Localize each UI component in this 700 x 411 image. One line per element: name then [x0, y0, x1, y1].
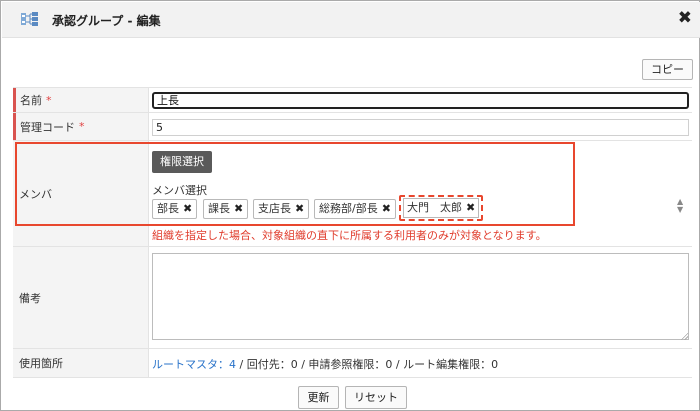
usage-value: ルートマスタ：4 / 回付先：0 / 申請参照権限：0 / ルート編集権限：0 — [152, 356, 498, 372]
resize-grip-icon[interactable] — [680, 332, 688, 340]
members-highlight-box — [15, 142, 575, 226]
name-label: 名前 * — [13, 88, 149, 112]
close-icon[interactable]: ✖ — [678, 8, 692, 28]
remarks-textarea[interactable] — [152, 253, 689, 340]
name-input[interactable]: 上長 — [152, 92, 689, 109]
usage-rest: / 回付先：0 / 申請参照権限：0 / ルート編集権限：0 — [236, 358, 499, 371]
required-mark: * — [46, 93, 52, 107]
usage-row: 使用箇所 ルートマスタ：4 / 回付先：0 / 申請参照権限：0 / ルート編集… — [13, 349, 692, 378]
usage-label-text: 使用箇所 — [19, 357, 63, 370]
dialog-title: 承認グループ - 編集 — [52, 14, 161, 28]
edit-form: 名前 * 上長 管理コード * 5 メンバ 権限選択 メンバ選択 部長 ✖ 課長… — [13, 87, 692, 378]
copy-button[interactable]: コピー — [642, 59, 693, 80]
edit-dialog: 承認グループ - 編集 ✖ コピー 名前 * 上長 管理コード * 5 メンバ — [0, 0, 700, 411]
required-mark: * — [79, 120, 85, 133]
code-label: 管理コード * — [13, 113, 149, 140]
code-row: 管理コード * 5 — [13, 113, 692, 141]
reset-button[interactable]: リセット — [345, 386, 407, 409]
remarks-row: 備考 — [13, 247, 692, 349]
name-label-text: 名前 — [20, 94, 42, 107]
route-master-link[interactable]: ルートマスタ：4 — [152, 358, 236, 371]
name-row: 名前 * 上長 — [13, 88, 692, 113]
code-label-text: 管理コード — [20, 120, 75, 134]
org-chart-icon — [21, 12, 38, 26]
code-input[interactable]: 5 — [152, 119, 689, 136]
remarks-label-text: 備考 — [19, 291, 41, 305]
scroll-arrows-icon[interactable]: ▲ ▼ — [677, 198, 683, 214]
update-button[interactable]: 更新 — [298, 386, 339, 409]
member-note: 組織を指定した場合、対象組織の直下に所属する利用者のみが対象となります。 — [152, 229, 547, 242]
remarks-label: 備考 — [13, 247, 149, 348]
usage-label: 使用箇所 — [13, 349, 149, 377]
dialog-titlebar: 承認グループ - 編集 ✖ — [2, 2, 700, 38]
